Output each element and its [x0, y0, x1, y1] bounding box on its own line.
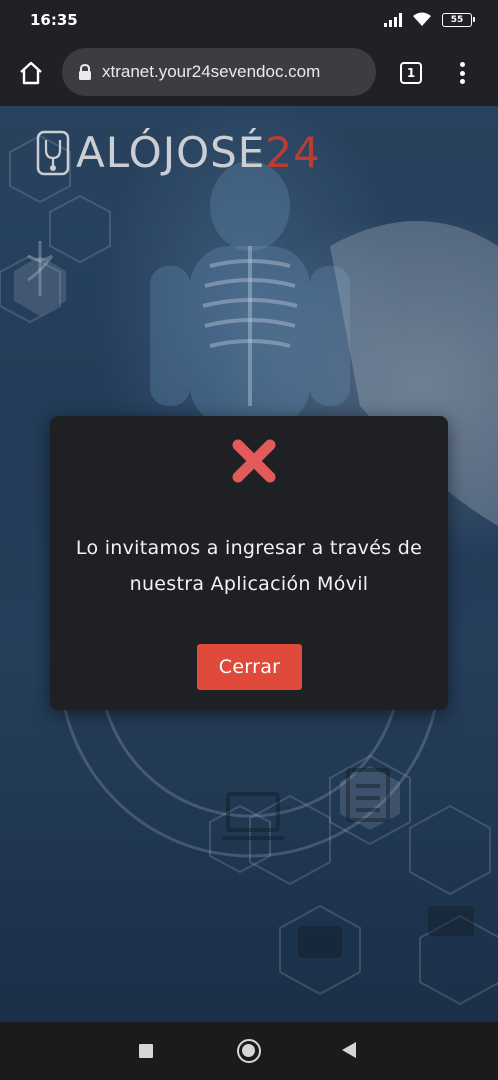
dialog-message-line-1: Lo invitamos a ingresar a través de — [75, 537, 423, 559]
battery-level: 55 — [450, 14, 464, 25]
battery-icon: 55 — [442, 12, 475, 27]
alert-dialog: Lo invitamos a ingresar a través de nues… — [50, 416, 448, 710]
system-nav-bar — [0, 1022, 498, 1080]
dialog-message: Lo invitamos a ingresar a través de nues… — [60, 530, 438, 602]
tab-count: 1 — [406, 66, 416, 80]
home-circle-icon[interactable] — [237, 1039, 261, 1063]
recents-icon[interactable] — [139, 1044, 153, 1058]
home-button[interactable] — [14, 56, 48, 90]
home-icon — [20, 61, 42, 85]
status-time: 16:35 — [30, 11, 78, 29]
back-icon[interactable] — [342, 1042, 356, 1058]
signal-icon — [384, 12, 402, 27]
web-page: ALÓJOSÉ24 Lo invitamos a ingresar a trav… — [0, 106, 498, 1022]
lock-icon — [78, 64, 92, 80]
close-button[interactable]: Cerrar — [197, 644, 302, 690]
menu-icon[interactable] — [450, 60, 474, 86]
dialog-message-line-2: nuestra Aplicación Móvil — [129, 573, 369, 595]
status-icons: 55 — [384, 12, 475, 27]
url-text: xtranet.your24sevendoc.com — [102, 62, 321, 81]
browser-toolbar: xtranet.your24sevendoc.com 1 — [0, 40, 498, 106]
error-x-icon — [232, 439, 276, 483]
address-bar[interactable]: xtranet.your24sevendoc.com — [62, 48, 376, 96]
wifi-icon — [413, 12, 431, 26]
tabs-button[interactable]: 1 — [400, 62, 422, 84]
status-bar: 16:35 55 — [0, 0, 498, 40]
